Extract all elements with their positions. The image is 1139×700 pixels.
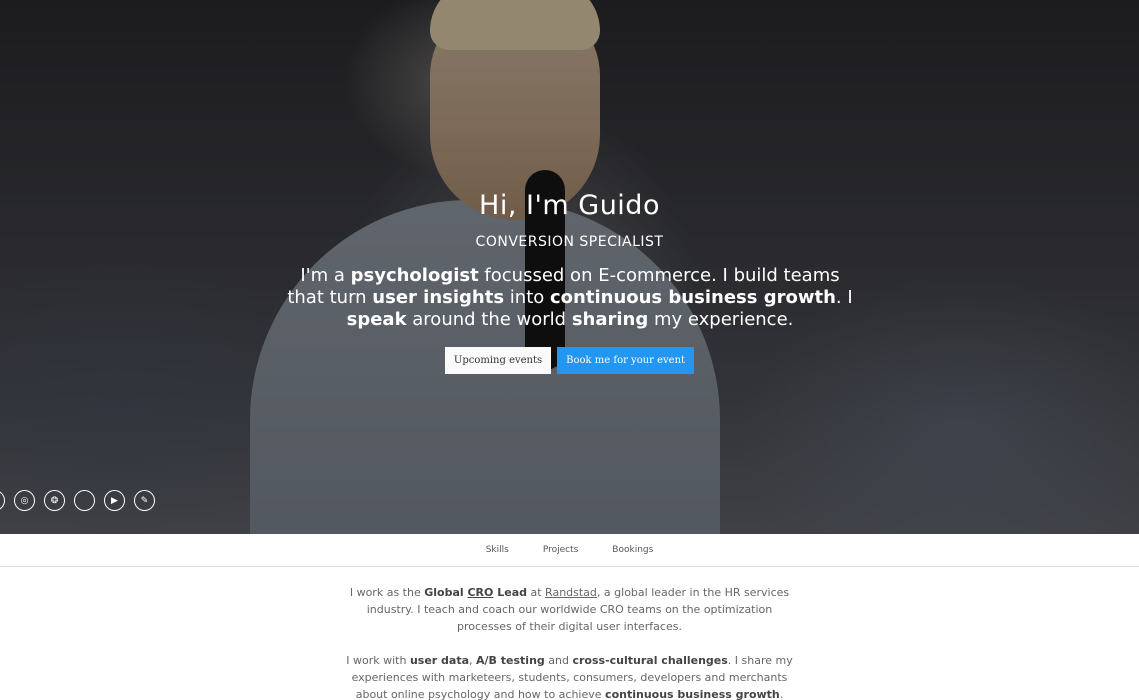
tab-bookings[interactable]: Bookings: [612, 545, 653, 555]
book-me-button[interactable]: Book me for your event: [557, 347, 695, 374]
tab-skills[interactable]: Skills: [486, 545, 509, 555]
hero-content: Hi, I'm Guido CONVERSION SPECIALIST I'm …: [0, 0, 1139, 534]
pitch-highlight: speak: [346, 309, 407, 330]
pitch-highlight: continuous business growth: [550, 287, 836, 308]
pitch-text: my experience.: [648, 309, 794, 330]
about-highlight: cross-cultural challenges: [572, 654, 728, 667]
upcoming-events-button[interactable]: Upcoming events: [444, 347, 552, 374]
hero-buttons: Upcoming events Book me for your event: [0, 347, 1139, 374]
about-paragraph-skills: I work with user data, A/B testing and c…: [340, 652, 800, 700]
blank-icon[interactable]: [74, 490, 95, 511]
about-text: .: [779, 688, 784, 700]
about-text: I work as the: [349, 586, 425, 599]
about-highlight: Global: [424, 586, 468, 599]
pitch-highlight: user insights: [372, 287, 505, 308]
hero-section: Hi, I'm Guido CONVERSION SPECIALIST I'm …: [0, 0, 1139, 534]
about-highlight: user data: [409, 654, 470, 667]
about-text: at: [527, 586, 546, 599]
section-nav: Skills Projects Bookings: [0, 534, 1139, 567]
about-highlight: A/B testing: [476, 654, 545, 667]
about-text: ,: [469, 654, 477, 667]
pitch-highlight: sharing: [571, 309, 649, 330]
tab-projects[interactable]: Projects: [543, 545, 578, 555]
hero-title: Hi, I'm Guido: [479, 190, 660, 221]
about-text: and: [544, 654, 573, 667]
youtube-icon[interactable]: ▶: [104, 490, 125, 511]
hero-subtitle: CONVERSION SPECIALIST: [475, 234, 664, 250]
social-links: in ◎ ❂ ▶ ✎: [0, 490, 155, 511]
pitch-text: I'm a: [300, 265, 351, 286]
about-highlight: Lead: [493, 586, 527, 599]
about-text: I work with: [346, 654, 410, 667]
github-icon[interactable]: ❂: [44, 490, 65, 511]
hero-pitch: I'm a psychologist focussed on E-commerc…: [280, 265, 860, 331]
pitch-highlight: psychologist: [350, 265, 479, 286]
about-highlight: continuous business growth: [605, 688, 780, 700]
about-paragraph-work: I work as the Global CRO Lead at Randsta…: [340, 584, 800, 635]
wrench-icon[interactable]: ✎: [134, 490, 155, 511]
linkedin-icon[interactable]: in: [0, 490, 5, 511]
about-section: I work as the Global CRO Lead at Randsta…: [0, 567, 1139, 700]
pitch-text: around the world: [406, 309, 572, 330]
instagram-icon[interactable]: ◎: [14, 490, 35, 511]
cro-abbreviation: CRO: [467, 586, 494, 599]
randstad-link[interactable]: Randstad: [545, 586, 597, 599]
pitch-text: into: [504, 287, 550, 308]
pitch-text: . I: [835, 287, 853, 308]
